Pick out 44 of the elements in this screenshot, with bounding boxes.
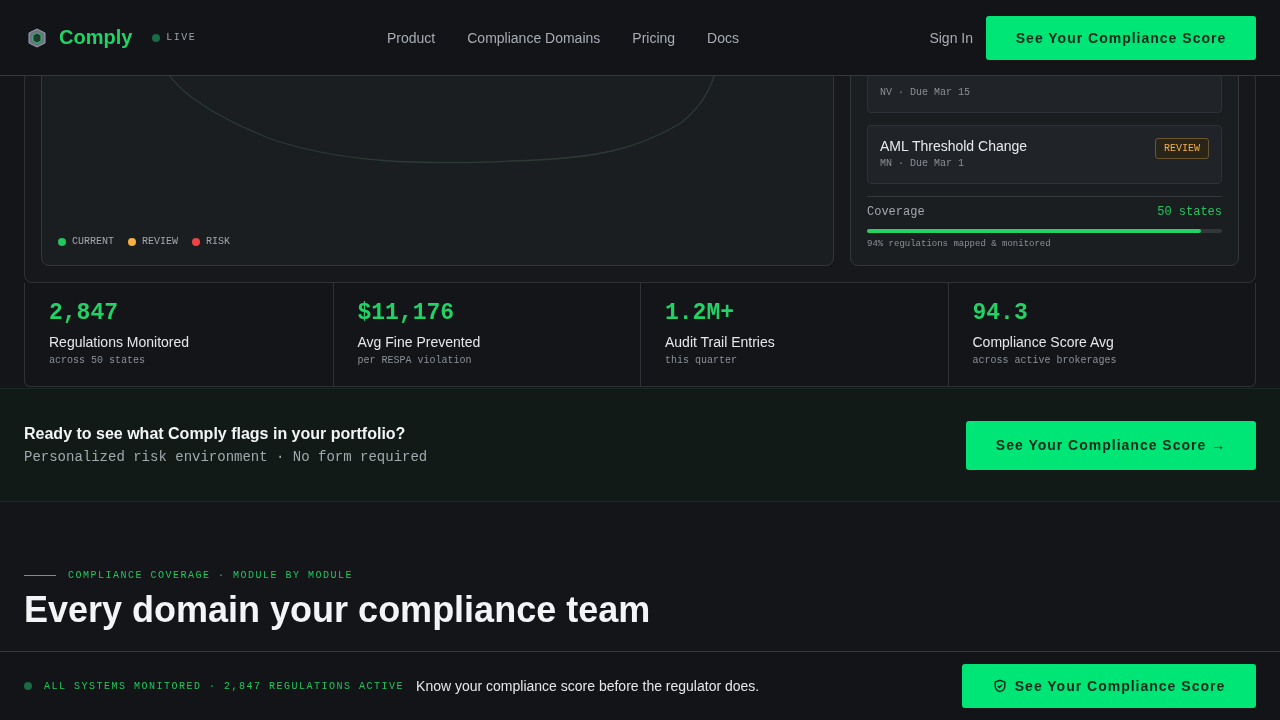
stat-caption: across active brokerages [972, 355, 1118, 366]
cta-button[interactable]: See Your Compliance Score [986, 15, 1256, 60]
stat-caption: across 50 states [49, 355, 146, 366]
sign-in-link[interactable]: Sign In [929, 29, 973, 46]
alert-meta: NV · Due Mar 15 [880, 87, 970, 98]
stat-value: 94.3 [972, 300, 1029, 326]
alert-title: AML Threshold Change [880, 138, 1028, 154]
stat-value: $11,176 [357, 300, 456, 326]
nav-link[interactable]: Product [387, 29, 436, 46]
stat-value: 2,847 [49, 300, 119, 326]
status-badge: REVIEW [1155, 138, 1209, 159]
stat-value: 1.2M+ [665, 300, 735, 326]
stat-label: Avg Fine Prevented [357, 334, 482, 350]
coverage-note: 94% regulations mapped & monitored [867, 239, 1052, 249]
section-eyebrow: COMPLIANCE COVERAGE · MODULE BY MODULE [68, 570, 354, 581]
nav-link[interactable]: Docs [707, 29, 739, 46]
status-dot-icon [24, 682, 32, 690]
status-dot-icon [152, 33, 161, 42]
live-label: LIVE [166, 32, 197, 43]
cta-button[interactable]: See Your Compliance Score [962, 664, 1256, 708]
stat-label: Regulations Monitored [49, 334, 191, 350]
shield-check-icon [992, 679, 1007, 693]
section-heading: Every domain your compliance team [24, 589, 652, 631]
banner-title: Ready to see what Comply flags in your portfolio? [24, 425, 407, 443]
shield-logo-icon [27, 27, 47, 48]
cta-button[interactable]: See Your Compliance Score → [966, 420, 1256, 470]
legend-label: RISK [206, 236, 231, 247]
stat-caption: per RESPA violation [357, 355, 473, 366]
stat-label: Audit Trail Entries [665, 334, 776, 350]
legend-label: CURRENT [72, 236, 114, 247]
status-text: ALL SYSTEMS MONITORED · 2,847 REGULATIONS ACTIVE [44, 680, 405, 692]
alert-card[interactable]: NV · Due Mar 15 [867, 74, 1222, 113]
nav-link[interactable]: Compliance Domains [467, 29, 601, 46]
coverage-value: 50 states [1157, 205, 1222, 219]
alert-meta: MN · Due Mar 1 [880, 158, 965, 169]
nav-link[interactable]: Pricing [632, 29, 676, 46]
legend-label: REVIEW [142, 236, 179, 247]
stat-label: Compliance Score Avg [972, 334, 1115, 350]
alert-card[interactable]: AML Threshold Change MN · Due Mar 1 REVIEW [867, 125, 1222, 184]
banner-subtitle: Personalized risk environment · No form required [24, 449, 428, 465]
footer-message: Know your compliance score before the regulator does. [416, 678, 760, 694]
coverage-label: Coverage [867, 205, 925, 219]
stat-caption: this quarter [665, 355, 738, 366]
brand-name[interactable]: Comply [59, 26, 133, 49]
